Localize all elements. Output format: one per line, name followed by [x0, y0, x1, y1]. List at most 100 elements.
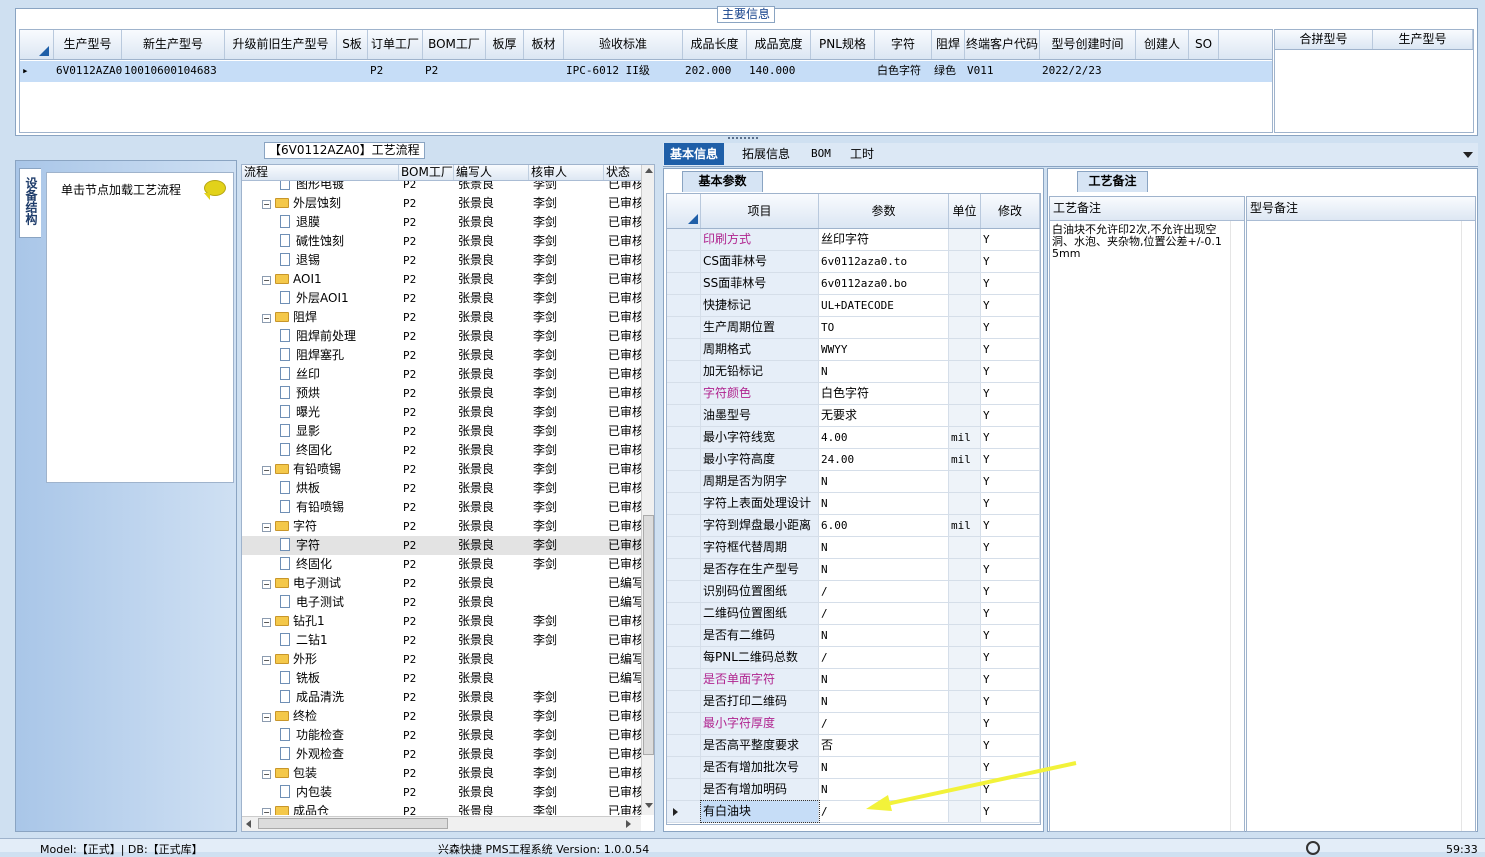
tab-basic-info[interactable]: 基本信息 — [664, 143, 725, 165]
collapse-icon[interactable]: − — [262, 618, 271, 627]
tree-node[interactable]: 内包装 — [242, 783, 399, 802]
param-row[interactable]: 最小字符厚度 / Y — [667, 713, 1040, 735]
cell-creator[interactable] — [1136, 61, 1189, 82]
cell-bom-factory[interactable]: P2 — [423, 61, 486, 82]
param-val[interactable]: / — [819, 581, 949, 602]
param-row[interactable]: 是否高平整度要求否 Y — [667, 735, 1040, 757]
param-row[interactable]: 是否有二维码 N Y — [667, 625, 1040, 647]
tree-node[interactable]: 字符 — [242, 536, 399, 555]
row-indicator[interactable] — [667, 757, 701, 778]
param-row[interactable]: 油墨型号 无要求 Y — [667, 405, 1040, 427]
tree-node[interactable]: 终固化 — [242, 555, 399, 574]
row-indicator[interactable] — [667, 559, 701, 580]
row-indicator[interactable] — [667, 603, 701, 624]
tree-node[interactable]: 二钻1 — [242, 631, 399, 650]
tree-node[interactable]: 显影 — [242, 422, 399, 441]
row-indicator[interactable] — [667, 229, 701, 250]
col-header[interactable]: 阻焊 — [932, 30, 965, 59]
param-row[interactable]: 最小字符线宽 4.00 mil Y — [667, 427, 1040, 449]
row-indicator[interactable] — [667, 251, 701, 272]
tree-node[interactable]: 功能检查 — [242, 726, 399, 745]
tree-node[interactable]: − 有铅喷锡 — [242, 460, 399, 479]
tree-row[interactable]: 二钻1 P2 张景良 李剑 已审核 — [242, 631, 642, 650]
param-row[interactable]: SS面菲林号 6v0112aza0.bo Y — [667, 273, 1040, 295]
tree-row[interactable]: 铣板 P2 张景良 已编写 — [242, 669, 642, 688]
row-indicator[interactable] — [667, 273, 701, 294]
process-notes-text[interactable]: 白油块不允许印2次,不允许出现空洞、水泡、夹杂物,位置公差+/-0.15mm — [1050, 221, 1226, 263]
col-header[interactable]: S板 — [337, 30, 368, 59]
tab-bom[interactable]: BOM — [805, 143, 837, 165]
tree-row[interactable]: 显影 P2 张景良 李剑 已审核 — [242, 422, 642, 441]
tree-row[interactable]: − 字符 P2 张景良 李剑 已审核 — [242, 517, 642, 536]
tree-row[interactable]: − 外层蚀刻 P2 张景良 李剑 已审核 — [242, 194, 642, 213]
load-hint-box[interactable]: 单击节点加载工艺流程 — [46, 172, 234, 483]
param-val[interactable]: 6v0112aza0.bo — [819, 273, 949, 294]
col-header[interactable]: 创建人 — [1136, 30, 1189, 59]
param-val[interactable]: N — [819, 559, 949, 580]
param-row[interactable]: 快捷标记 UL+DATECODE Y — [667, 295, 1040, 317]
param-row[interactable]: 生产周期位置 TO Y — [667, 317, 1040, 339]
process-tab[interactable]: 工艺备注 — [1077, 171, 1148, 192]
tree-node[interactable]: 碱性蚀刻 — [242, 232, 399, 251]
tree-node[interactable]: − AOI1 — [242, 270, 399, 289]
param-row[interactable]: 印刷方式 丝印字符 Y — [667, 229, 1040, 251]
tree-row[interactable]: 成品清洗 P2 张景良 李剑 已审核 — [242, 688, 642, 707]
row-indicator[interactable] — [667, 581, 701, 602]
cell-created[interactable]: 2022/2/23 — [1040, 61, 1136, 82]
tree-row[interactable]: 外观检查 P2 张景良 李剑 已审核 — [242, 745, 642, 764]
col-header[interactable]: 型号创建时间 — [1040, 30, 1136, 59]
tree-row[interactable]: − 阻焊 P2 张景良 李剑 已审核 — [242, 308, 642, 327]
tree-node[interactable]: − 终检 — [242, 707, 399, 726]
tree-node[interactable]: 阻焊塞孔 — [242, 346, 399, 365]
tree-vscroll[interactable] — [641, 165, 654, 815]
cell-order-factory[interactable]: P2 — [368, 61, 423, 82]
param-row[interactable]: 字符框代替周期 N Y — [667, 537, 1040, 559]
scroll-left-arrow-icon[interactable] — [246, 820, 251, 828]
param-val[interactable]: 6v0112aza0.to — [819, 251, 949, 272]
tree-node[interactable]: 电子测试 — [242, 593, 399, 612]
tree-node[interactable]: − 电子测试 — [242, 574, 399, 593]
tree-row[interactable]: 字符 P2 张景良 李剑 已审核 — [242, 536, 642, 555]
tree-node[interactable]: − 包装 — [242, 764, 399, 783]
param-row[interactable]: 加无铅标记 N Y — [667, 361, 1040, 383]
cell-s-board[interactable] — [337, 61, 368, 82]
row-indicator[interactable] — [667, 449, 701, 470]
param-col-header[interactable]: 项目 — [701, 194, 819, 228]
row-indicator[interactable] — [667, 515, 701, 536]
tree-node[interactable]: 曝光 — [242, 403, 399, 422]
tree-node[interactable]: 阻焊前处理 — [242, 327, 399, 346]
row-indicator[interactable] — [667, 493, 701, 514]
merge-col-header[interactable]: 生产型号 — [1373, 30, 1473, 49]
tree-col-header[interactable]: 状态 — [604, 165, 642, 180]
param-row[interactable]: 是否打印二维码 N Y — [667, 691, 1040, 713]
row-indicator[interactable] — [667, 383, 701, 404]
tree-node[interactable]: 有铅喷锡 — [242, 498, 399, 517]
param-col-header[interactable]: 参数 — [819, 194, 949, 228]
cell-thickness[interactable] — [486, 61, 524, 82]
tab-extended-info[interactable]: 拓展信息 — [736, 143, 796, 165]
cell-customer[interactable]: V011 — [965, 61, 1040, 82]
tree-row[interactable]: 内包装 P2 张景良 李剑 已审核 — [242, 783, 642, 802]
param-val[interactable]: N — [819, 471, 949, 492]
tree-node[interactable]: − 字符 — [242, 517, 399, 536]
tree-row[interactable]: 碱性蚀刻 P2 张景良 李剑 已审核 — [242, 232, 642, 251]
collapse-icon[interactable]: − — [262, 713, 271, 722]
splitter-grip[interactable] — [728, 137, 758, 140]
row-indicator[interactable] — [667, 405, 701, 426]
row-indicator[interactable] — [667, 647, 701, 668]
tree-col-header[interactable]: 流程 — [242, 165, 399, 180]
collapse-icon[interactable]: − — [262, 523, 271, 532]
param-val[interactable]: 丝印字符 — [819, 229, 949, 250]
col-header[interactable]: 升级前旧生产型号 — [225, 30, 337, 59]
param-val[interactable]: N — [819, 669, 949, 690]
collapse-icon[interactable]: − — [262, 580, 271, 589]
tree-row[interactable]: 退膜 P2 张景良 李剑 已审核 — [242, 213, 642, 232]
cell-char[interactable]: 白色字符 — [875, 61, 932, 82]
row-indicator[interactable] — [667, 339, 701, 360]
tabs-dropdown-icon[interactable] — [1463, 152, 1473, 158]
col-header[interactable]: 板厚 — [486, 30, 524, 59]
row-indicator[interactable] — [667, 295, 701, 316]
scroll-up-arrow-icon[interactable] — [645, 168, 653, 173]
tree-row[interactable]: − 有铅喷锡 P2 张景良 李剑 已审核 — [242, 460, 642, 479]
tree-col-header[interactable]: 核审人 — [529, 165, 604, 180]
